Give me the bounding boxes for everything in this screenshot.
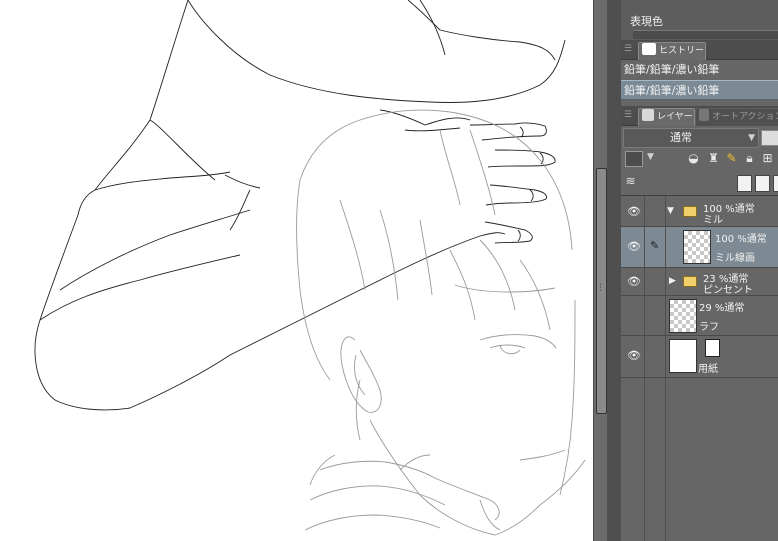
lock-icon[interactable]: 🔒︎ [743,151,756,166]
layer-stack-icon [642,109,654,121]
new-raster-layer-icon[interactable] [737,175,752,192]
history-tab-bar: ☰ ヒストリー [621,40,778,60]
reference-layer-icon[interactable]: ♜ [707,151,720,166]
panel-divider[interactable] [607,0,621,541]
layer-name: 用紙 [698,364,718,375]
grip-icon: · · · [599,280,602,296]
line-art-drawing [34,0,586,536]
visibility-toggle[interactable]: 👁︎ [621,336,645,377]
history-item-selected[interactable]: 鉛筆/鉛筆/濃い鉛筆 [621,80,778,100]
opacity-slider[interactable] [761,130,778,146]
history-item-label: 鉛筆/鉛筆/濃い鉛筆 [624,84,720,97]
blend-mode-value: 通常 [670,131,692,144]
blend-mode-select[interactable]: 通常 ▼ [623,128,759,148]
folder-expand-icon[interactable]: ▼ [667,206,674,216]
layer-color-swatch[interactable] [625,151,643,167]
chevron-down-icon: ▼ [748,133,755,143]
layer-name: ミル線画 [715,253,755,264]
paper-layer-icon [705,339,720,357]
tab-layer-label: レイヤー [657,112,693,122]
pen-editing-icon: ✎ [650,239,660,252]
layer-name: ラフ [699,322,719,333]
eye-icon: 👁︎ [627,275,641,288]
visibility-toggle[interactable]: 👁︎ [621,268,645,295]
drawing-canvas[interactable] [0,0,593,541]
new-folder-icon[interactable] [773,175,778,192]
folder-collapse-icon[interactable]: ▶ [669,276,676,286]
layer-name: ピンセント [703,285,753,296]
layer-thumbnail [669,299,697,333]
layer-edit-toggle[interactable] [645,336,666,377]
layer-edit-toggle[interactable] [645,296,666,335]
layer-row-rough[interactable]: 29 %通常 ラフ [621,296,778,336]
tab-auto-action-label: オートアクション [712,112,778,122]
layer-row-miru-lineart[interactable]: 👁︎ ✎ 100 %通常 ミル線画 [621,227,778,268]
lock-transparency-icon[interactable]: ⊞ [761,151,774,166]
layer-edit-toggle[interactable]: ✎ [645,227,666,267]
layer-row-paper[interactable]: 👁︎ 用紙 [621,336,778,378]
folder-icon [683,276,697,287]
auto-action-icon [699,109,709,121]
layer-edit-toggle[interactable] [645,268,666,295]
panel-menu-icon[interactable]: ☰ [624,43,634,56]
chevron-down-icon[interactable]: ▼ [647,152,654,162]
layer-opacity-mode: 100 %通常 [715,234,767,245]
layer-thumbnail [669,339,697,373]
tab-auto-action[interactable]: オートアクション [695,108,778,126]
layer-stack-icon[interactable]: ≋ [624,174,637,189]
visibility-toggle[interactable] [621,296,645,335]
new-vector-layer-icon[interactable] [755,175,770,192]
layer-row-folder-pincent[interactable]: 👁︎ ▶ 23 %通常 ピンセント [621,268,778,296]
visibility-toggle[interactable]: 👁︎ [621,227,645,267]
visibility-column [621,378,645,541]
history-icon [642,43,656,55]
folder-icon [683,206,697,217]
expression-color-bar[interactable] [633,30,778,39]
layer-edit-toggle[interactable] [645,196,666,226]
history-item[interactable]: 鉛筆/鉛筆/濃い鉛筆 [621,60,778,80]
expression-color-label: 表現色 [630,15,663,28]
layer-thumbnail [683,230,711,264]
right-panel: 表現色 ☰ ヒストリー 鉛筆/鉛筆/濃い鉛筆 鉛筆/鉛筆/濃い鉛筆 ☰ レイヤー… [621,0,778,541]
tab-layer[interactable]: レイヤー [638,108,695,126]
edit-column [645,378,666,541]
eye-icon: 👁︎ [627,349,641,362]
layer-action-toolbar: ≋ [621,171,778,196]
draft-layer-icon[interactable]: ✎ [725,151,738,166]
eye-icon: 👁︎ [627,205,641,218]
expression-color-section: 表現色 [621,0,778,40]
canvas-vertical-scrollbar[interactable]: · · · [593,0,608,541]
tab-history-label: ヒストリー [659,46,705,56]
tab-history[interactable]: ヒストリー [638,42,706,60]
layer-opacity-mode: 29 %通常 [699,303,745,314]
panel-menu-icon[interactable]: ☰ [624,109,634,122]
layer-row-folder-miru[interactable]: 👁︎ ▼ 100 %通常 ミル [621,196,778,227]
visibility-toggle[interactable]: 👁︎ [621,196,645,226]
history-item-label: 鉛筆/鉛筆/濃い鉛筆 [624,63,720,76]
layer-name: ミル [703,215,723,226]
layer-property-toolbar: ▼ ◒ ♜ ✎ 🔒︎ ⊞ [621,147,778,171]
layer-tab-bar: ☰ レイヤー オートアクション [621,106,778,126]
clip-icon[interactable]: ◒ [687,151,700,166]
eye-icon: 👁︎ [627,240,641,253]
